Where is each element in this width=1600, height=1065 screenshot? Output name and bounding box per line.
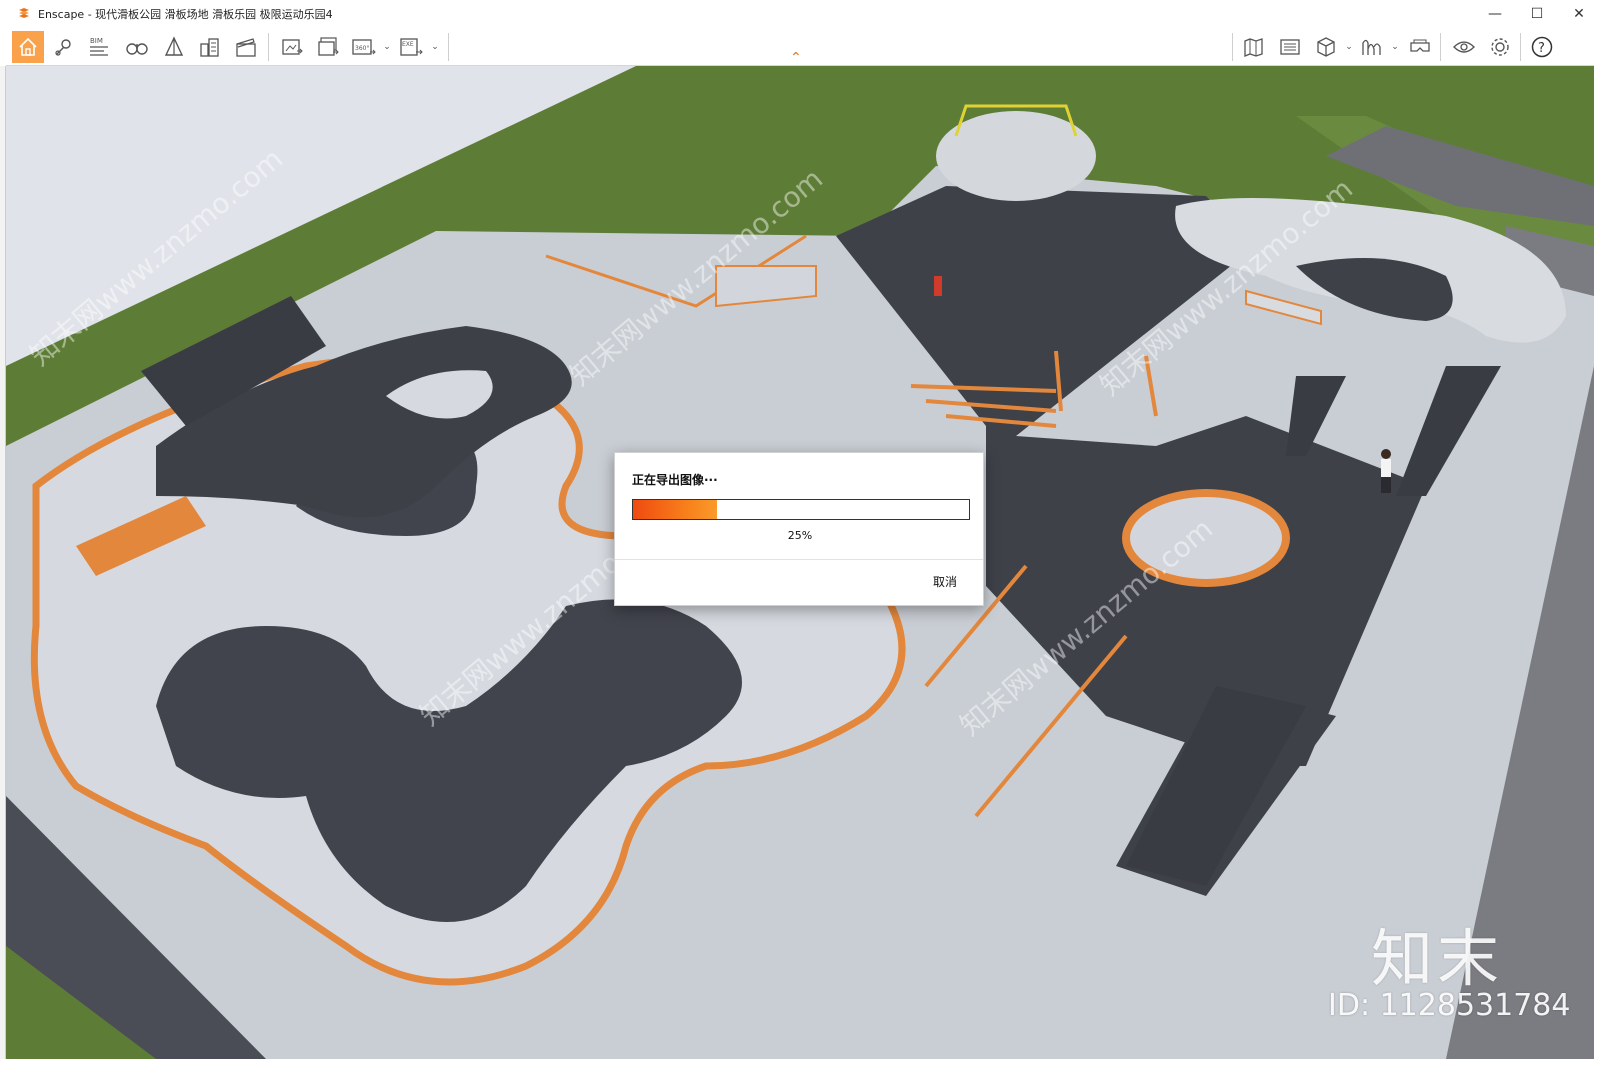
enscape-window: Enscape - 现代滑板公园 滑板场地 滑板乐园 极限运动乐园4 — ☐ ✕… (0, 0, 1600, 1065)
map-button[interactable] (1238, 31, 1270, 63)
collapse-toolbar-chevron-up-icon[interactable]: ⌃ (790, 50, 802, 66)
export-progress-fill (633, 500, 717, 519)
maximize-button[interactable]: ☐ (1516, 0, 1558, 28)
material-icon (1362, 39, 1381, 55)
enscape-logo-icon (19, 8, 29, 18)
vr-headset-icon (1410, 39, 1430, 52)
settings-button[interactable] (1484, 31, 1516, 63)
cancel-button[interactable]: 取消 (933, 573, 957, 590)
cube-button[interactable] (1310, 31, 1342, 63)
walk-button[interactable] (121, 31, 153, 63)
panorama-dropdown-chevron-down-icon[interactable]: ⌄ (382, 42, 392, 52)
svg-text:EXE: EXE (402, 41, 414, 48)
bim-icon: BIM (90, 37, 108, 56)
pin-icon (55, 39, 71, 56)
help-icon: ? (1531, 36, 1553, 58)
help-button[interactable]: ? (1526, 31, 1558, 63)
view-settings-button[interactable] (1448, 31, 1480, 63)
export-progress-percent: 25% (787, 529, 813, 542)
batch-render-icon (318, 37, 339, 56)
svg-text:360°: 360° (355, 45, 369, 52)
cube-icon (1317, 37, 1335, 57)
home-button[interactable] (12, 31, 44, 63)
perspective-icon (164, 36, 184, 56)
vr-headset-button[interactable] (1404, 31, 1436, 63)
exe-export-button[interactable]: EXE (396, 31, 428, 63)
export-progress-bar (632, 499, 970, 520)
home-icon (19, 37, 37, 56)
video-editor-button[interactable] (230, 31, 262, 63)
cube-dropdown-chevron-down-icon[interactable]: ⌄ (1344, 42, 1354, 52)
toolbar-separator (268, 33, 269, 61)
perspective-button[interactable] (158, 31, 190, 63)
asset-library-icon (1280, 39, 1300, 55)
material-button[interactable] (1356, 31, 1388, 63)
panorama-button[interactable]: 360° (348, 31, 380, 63)
minimize-button[interactable]: — (1474, 0, 1516, 28)
toolbar-separator (1520, 33, 1521, 61)
material-dropdown-chevron-down-icon[interactable]: ⌄ (1390, 42, 1400, 52)
window-title: Enscape - 现代滑板公园 滑板场地 滑板乐园 极限运动乐园4 (38, 8, 333, 21)
watermark-id: ID: 1128531784 (1328, 988, 1571, 1023)
export-progress-dialog: 正在导出图像··· 25% 取消 (614, 452, 984, 606)
window-controls: — ☐ ✕ (1474, 0, 1600, 28)
render-image-icon (282, 39, 303, 55)
close-button[interactable]: ✕ (1558, 0, 1600, 28)
buildings-icon (200, 38, 219, 57)
title-bar: Enscape - 现代滑板公园 滑板场地 滑板乐园 极限运动乐园4 (6, 0, 1594, 28)
toolbar-separator (448, 33, 449, 61)
binoculars-icon (126, 43, 148, 55)
batch-render-button[interactable] (312, 31, 344, 63)
watermark-logo: 知末 (1371, 922, 1504, 995)
dialog-divider (615, 559, 983, 560)
svg-text:BIM: BIM (90, 37, 103, 45)
dialog-title: 正在导出图像··· (632, 473, 718, 487)
map-icon (1244, 38, 1263, 57)
toolbar-separator (1232, 33, 1233, 61)
panorama-icon: 360° (352, 39, 376, 55)
exe-export-icon: EXE (400, 38, 423, 56)
pin-button[interactable] (48, 31, 80, 63)
view-eye-icon (1453, 41, 1475, 53)
svg-text:?: ? (1538, 41, 1545, 56)
asset-library-button[interactable] (1274, 31, 1306, 63)
settings-icon (1491, 38, 1509, 56)
render-image-button[interactable] (276, 31, 308, 63)
bim-button[interactable]: BIM (84, 31, 116, 63)
toolbar-separator (1440, 33, 1441, 61)
clapper-icon (236, 38, 256, 57)
buildings-button[interactable] (194, 31, 226, 63)
exe-dropdown-chevron-down-icon[interactable]: ⌄ (430, 42, 440, 52)
